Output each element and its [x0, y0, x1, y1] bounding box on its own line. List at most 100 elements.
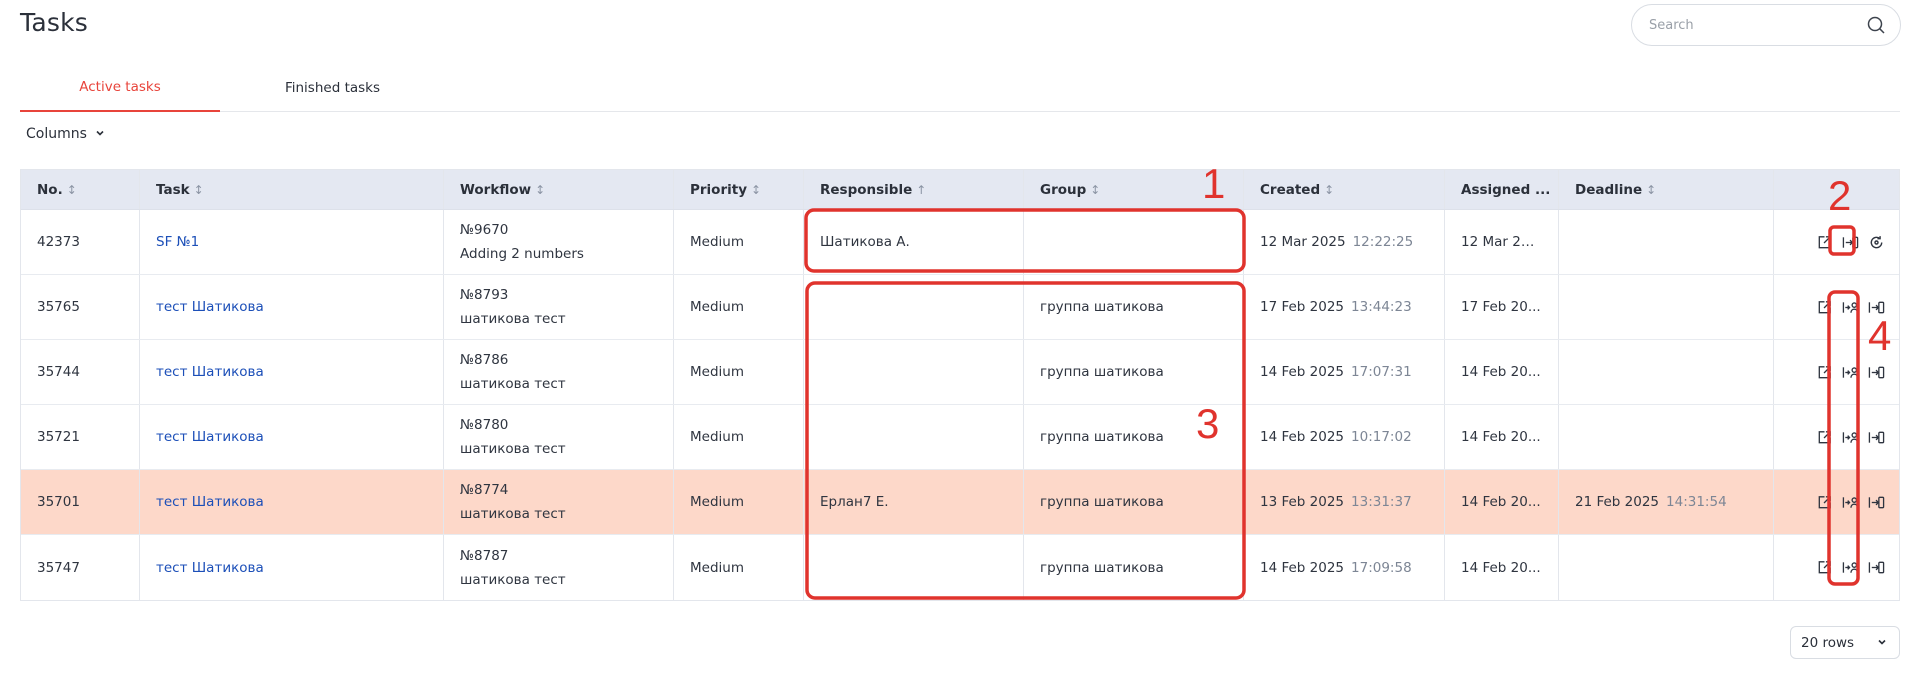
- created-date: 17 Feb 2025: [1260, 299, 1345, 315]
- sort-icon[interactable]: ↑: [916, 183, 926, 197]
- sort-icon[interactable]: ↕: [1646, 183, 1656, 197]
- table-cell: 35744: [21, 340, 140, 404]
- deadline-time: 14:31:54: [1666, 494, 1727, 510]
- take-task-icon[interactable]: [1867, 559, 1885, 577]
- task-link[interactable]: SF №1: [156, 234, 427, 250]
- table-cell: 14 Feb 2025 17:07:31: [1244, 340, 1445, 404]
- column-header-label: Task: [156, 181, 190, 198]
- column-header[interactable]: Priority ↕: [674, 170, 804, 209]
- assign-user-icon[interactable]: [1841, 493, 1859, 511]
- search-box[interactable]: [1631, 4, 1901, 46]
- table-cell: 14 Feb 20...: [1445, 405, 1559, 469]
- rows-per-page-select[interactable]: 20 rows: [1790, 626, 1900, 659]
- tab-finished-tasks[interactable]: Finished tasks: [220, 64, 445, 112]
- column-header[interactable]: Task ↕: [140, 170, 444, 209]
- responsible-value: Ерлан7 Е.: [820, 494, 889, 510]
- group-value: группа шатикова: [1040, 364, 1164, 380]
- column-header[interactable]: Workflow ↕: [444, 170, 674, 209]
- table-cell: 35701: [21, 470, 140, 534]
- table-cell: [1774, 535, 1899, 600]
- created-date: 14 Feb 2025: [1260, 429, 1345, 445]
- table-cell: №8780 шатикова тест: [444, 405, 674, 469]
- table-cell: [1559, 535, 1774, 600]
- deadline-date: 21 Feb 2025: [1575, 494, 1660, 510]
- table-row[interactable]: 35744 тест Шатикова №8786 шатикова тест Medi…: [21, 340, 1899, 405]
- task-number: 35765: [37, 299, 80, 315]
- created-time: 12:22:25: [1352, 234, 1414, 250]
- open-external-icon[interactable]: [1815, 298, 1833, 316]
- open-external-icon[interactable]: [1815, 363, 1833, 381]
- column-header[interactable]: Deadline ↕: [1559, 170, 1774, 209]
- workflow-name: Adding 2 numbers: [460, 246, 584, 262]
- sort-icon[interactable]: ↕: [1090, 183, 1100, 197]
- assign-user-icon[interactable]: [1841, 559, 1859, 577]
- table-cell: тест Шатикова: [140, 275, 444, 339]
- task-link[interactable]: тест Шатикова: [156, 494, 427, 510]
- open-external-icon[interactable]: [1815, 428, 1833, 446]
- table-cell: [1774, 405, 1899, 469]
- table-cell: №8786 шатикова тест: [444, 340, 674, 404]
- table-cell: 42373: [21, 210, 140, 274]
- tab-active-tasks[interactable]: Active tasks: [20, 64, 220, 112]
- columns-button[interactable]: Columns: [26, 126, 105, 142]
- priority-value: Medium: [690, 234, 744, 250]
- responsible-value: Шатикова А.: [820, 234, 910, 250]
- table-row[interactable]: 35747 тест Шатикова №8787 шатикова тест Medi…: [21, 535, 1899, 600]
- refresh-icon[interactable]: [1867, 233, 1885, 251]
- table-cell: группа шатикова: [1024, 535, 1244, 600]
- table-row[interactable]: 35765 тест Шатикова №8793 шатикова тест Medi…: [21, 275, 1899, 340]
- column-header[interactable]: No. ↕: [21, 170, 140, 209]
- table-cell: Medium: [674, 340, 804, 404]
- table-cell: Medium: [674, 405, 804, 469]
- assigned-value: 17 Feb 20...: [1461, 299, 1541, 315]
- created-date: 14 Feb 2025: [1260, 559, 1345, 576]
- assign-user-icon[interactable]: [1841, 363, 1859, 381]
- workflow-number: №8786: [460, 352, 509, 368]
- table-row[interactable]: 42373 SF №1 №9670 Adding 2 numbers Medium Шат…: [21, 210, 1899, 275]
- take-task-icon[interactable]: [1841, 233, 1859, 251]
- assigned-value: 12 Mar 20...: [1461, 234, 1542, 250]
- priority-value: Medium: [690, 494, 744, 510]
- task-link[interactable]: тест Шатикова: [156, 429, 427, 445]
- sort-icon[interactable]: ↕: [1324, 183, 1334, 197]
- workflow-number: №8787: [460, 547, 509, 564]
- take-task-icon[interactable]: [1867, 493, 1885, 511]
- task-number: 35744: [37, 364, 80, 380]
- table-cell: 14 Feb 2025 17:09:58: [1244, 535, 1445, 600]
- task-link[interactable]: тест Шатикова: [156, 364, 427, 380]
- created-time: 10:17:02: [1351, 429, 1412, 445]
- task-link[interactable]: тест Шатикова: [156, 560, 427, 576]
- assigned-value: 14 Feb 20...: [1461, 364, 1541, 380]
- sort-icon[interactable]: ↕: [67, 183, 77, 197]
- table-cell: [1559, 275, 1774, 339]
- task-number: 35701: [37, 494, 80, 510]
- take-task-icon[interactable]: [1867, 428, 1885, 446]
- table-row[interactable]: 35701 тест Шатикова №8774 шатикова тест Medi…: [21, 470, 1899, 535]
- sort-icon[interactable]: ↕: [751, 183, 761, 197]
- task-link[interactable]: тест Шатикова: [156, 299, 427, 315]
- tab-bar: Active tasks Finished tasks: [20, 64, 1900, 112]
- open-external-icon[interactable]: [1815, 559, 1833, 577]
- assign-user-icon[interactable]: [1841, 298, 1859, 316]
- column-header[interactable]: Created ↕: [1244, 170, 1445, 209]
- assign-user-icon[interactable]: [1841, 428, 1859, 446]
- take-task-icon[interactable]: [1867, 363, 1885, 381]
- table-row[interactable]: 35721 тест Шатикова №8780 шатикова тест Medi…: [21, 405, 1899, 470]
- table-cell: Шатикова А.: [804, 210, 1024, 274]
- sort-icon[interactable]: ↕: [194, 183, 204, 197]
- table-cell: тест Шатикова: [140, 405, 444, 469]
- search-icon[interactable]: [1866, 15, 1886, 35]
- sort-icon[interactable]: ↕: [535, 183, 545, 197]
- column-header[interactable]: Responsible ↑: [804, 170, 1024, 209]
- page-title: Tasks: [20, 8, 88, 37]
- priority-value: Medium: [690, 364, 744, 380]
- search-input[interactable]: [1649, 17, 1866, 33]
- column-header[interactable]: Assigned ...: [1445, 170, 1559, 209]
- table-cell: №8774 шатикова тест: [444, 470, 674, 534]
- workflow-name: шатикова тест: [460, 571, 566, 588]
- open-external-icon[interactable]: [1815, 493, 1833, 511]
- table-cell: Medium: [674, 275, 804, 339]
- open-external-icon[interactable]: [1815, 233, 1833, 251]
- created-time: 13:44:23: [1351, 299, 1412, 315]
- table-cell: 14 Feb 2025 10:17:02: [1244, 405, 1445, 469]
